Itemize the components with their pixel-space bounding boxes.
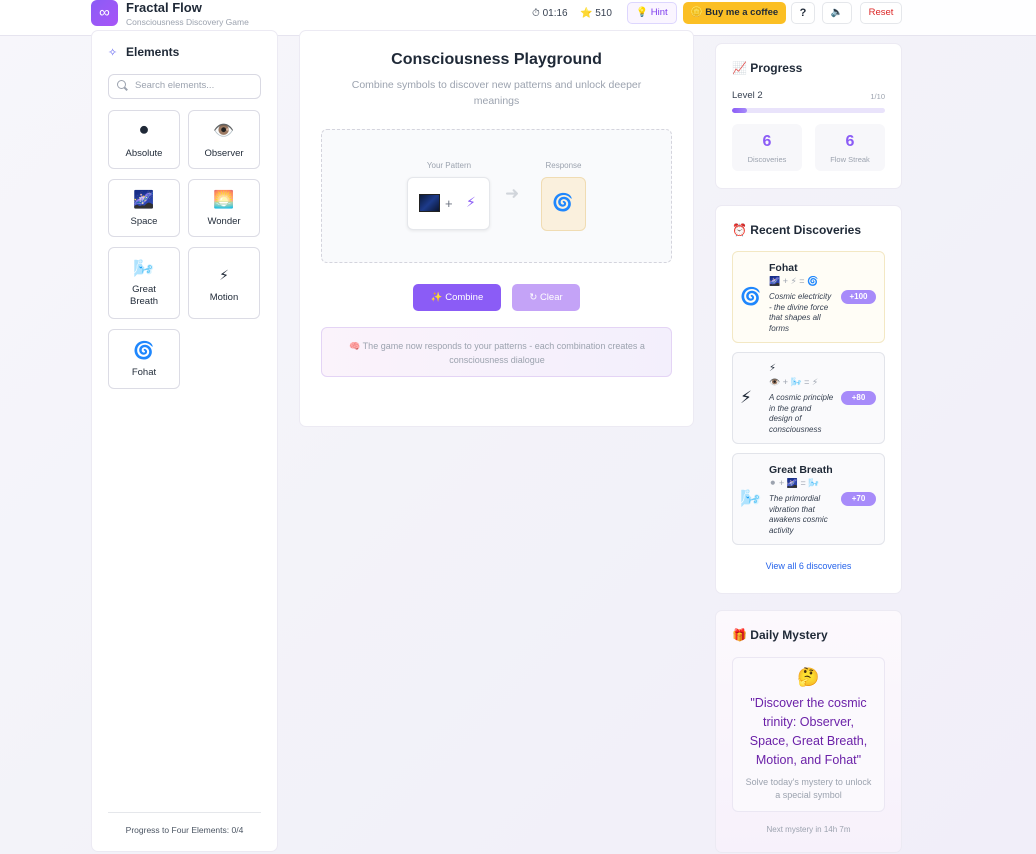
info-text: 🧠 The game now responds to your patterns… bbox=[349, 341, 645, 365]
points-badge: +70 bbox=[841, 492, 876, 506]
discoveries-label: Discoveries bbox=[747, 155, 787, 164]
search-box[interactable] bbox=[108, 74, 261, 99]
playground-subtitle: Combine symbols to discover new patterns… bbox=[351, 79, 642, 107]
discovery-description: Cosmic electricity - the divine force th… bbox=[769, 292, 832, 333]
arrow-right-icon: ➜ bbox=[505, 184, 520, 203]
element-motion[interactable]: ⚡ Motion bbox=[188, 247, 260, 319]
flow-streak-count: 6 bbox=[845, 133, 855, 150]
thinking-face-icon: 🤔 bbox=[797, 667, 820, 687]
lightning-icon[interactable]: ⚡ bbox=[466, 194, 476, 211]
element-space[interactable]: 🌌 Space bbox=[108, 179, 180, 237]
galaxy-icon: 🌌 bbox=[133, 190, 155, 209]
elements-title: Elements bbox=[126, 45, 180, 59]
flow-streak-stat: 6 Flow Streak bbox=[815, 124, 885, 171]
element-label: Absolute bbox=[125, 148, 163, 159]
element-label: Wonder bbox=[207, 216, 241, 227]
spiral-icon: 🌀 bbox=[133, 341, 155, 360]
eye-icon: 👁️ bbox=[213, 121, 235, 140]
level-count: 1/10 bbox=[870, 92, 885, 101]
sidebar-divider bbox=[108, 812, 261, 813]
element-label: Observer bbox=[204, 148, 244, 159]
spiral-icon: 🌀 bbox=[740, 287, 762, 306]
spiral-icon: 🌀 bbox=[552, 193, 574, 212]
discovery-recipe: ⚫ + 🌌 = 🌬️ bbox=[769, 478, 820, 488]
score-display: ⭐ 510 bbox=[580, 8, 612, 19]
reset-button[interactable]: Reset bbox=[860, 2, 902, 24]
discovery-description: The primordial vibration that awakens co… bbox=[769, 494, 828, 535]
element-label: Fohat bbox=[131, 367, 157, 378]
combine-button[interactable]: ✨ Combine bbox=[413, 284, 501, 311]
flow-streak-label: Flow Streak bbox=[830, 155, 870, 164]
level-label: Level 2 bbox=[732, 90, 763, 101]
element-wonder[interactable]: 🌅 Wonder bbox=[188, 179, 260, 237]
element-observer[interactable]: 👁️ Observer bbox=[188, 110, 260, 169]
discovery-description: A cosmic principle in the grand design o… bbox=[769, 393, 834, 434]
clear-button[interactable]: ↻ Clear bbox=[512, 284, 580, 311]
view-all-discoveries-link[interactable]: View all 6 discoveries bbox=[732, 561, 885, 571]
hint-button[interactable]: 💡 Hint bbox=[627, 2, 677, 24]
mystery-quote: "Discover the cosmic trinity: Observer, … bbox=[749, 696, 868, 767]
plus-icon: + bbox=[445, 196, 453, 211]
points-badge: +80 bbox=[841, 391, 876, 405]
playground-title: Consciousness Playground bbox=[391, 51, 602, 68]
black-circle-icon: ⚫ bbox=[136, 121, 152, 140]
recent-discoveries-title: ⏰ Recent Discoveries bbox=[732, 223, 861, 237]
discoveries-stat: 6 Discoveries bbox=[732, 124, 802, 171]
timer-display: ⏱ 01:16 bbox=[532, 8, 568, 19]
element-label: Motion bbox=[209, 292, 239, 303]
infinity-logo-icon: ∞ bbox=[91, 0, 118, 26]
element-label: Space bbox=[130, 216, 158, 227]
discovery-name: Great Breath bbox=[769, 464, 833, 476]
lightning-icon: ⚡ bbox=[219, 267, 229, 283]
pattern-drop-zone[interactable] bbox=[321, 129, 672, 263]
response-label: Response bbox=[545, 161, 582, 170]
discoveries-count: 6 bbox=[762, 133, 772, 150]
wind-icon: 🌬️ bbox=[133, 259, 155, 278]
space-galaxy-icon[interactable] bbox=[419, 194, 440, 212]
your-pattern-label: Your Pattern bbox=[426, 161, 472, 170]
search-input[interactable] bbox=[135, 80, 255, 91]
sound-toggle-button[interactable]: 🔈 bbox=[822, 2, 852, 24]
help-button[interactable]: ? bbox=[791, 2, 815, 24]
discovery-recipe: 👁️ + 🌬️ = ⚡ bbox=[769, 377, 819, 387]
sunrise-icon: 🌅 bbox=[213, 190, 235, 209]
daily-mystery-title: 🎁 Daily Mystery bbox=[732, 628, 828, 642]
points-badge: +100 bbox=[841, 290, 876, 304]
progress-title: 📈 Progress bbox=[732, 61, 803, 75]
sparkle-icon: ✧ bbox=[108, 47, 118, 59]
mystery-hint: Solve today's mystery to unlock a specia… bbox=[745, 777, 872, 800]
app-title: Fractal Flow bbox=[126, 0, 202, 15]
next-mystery-timer: Next mystery in 14h 7m bbox=[766, 825, 851, 834]
level-progress-bar bbox=[732, 108, 885, 113]
element-absolute[interactable]: ⚫ Absolute bbox=[108, 110, 180, 169]
discovery-name: Fohat bbox=[769, 262, 798, 274]
level-progress-fill bbox=[732, 108, 748, 113]
element-fohat[interactable]: 🌀 Fohat bbox=[108, 329, 180, 389]
discovery-name: ⚡ bbox=[769, 363, 777, 374]
four-elements-progress: Progress to Four Elements: 0/4 bbox=[125, 825, 244, 835]
element-great-breath[interactable]: 🌬️ Great Breath bbox=[108, 247, 180, 319]
lightning-icon: ⚡ bbox=[740, 388, 752, 407]
discovery-recipe: 🌌 + ⚡ = 🌀 bbox=[769, 276, 819, 286]
wind-icon: 🌬️ bbox=[740, 489, 762, 508]
buy-coffee-button[interactable]: 🪙 Buy me a coffee bbox=[683, 2, 786, 24]
app-subtitle: Consciousness Discovery Game bbox=[126, 17, 249, 27]
element-label: Great Breath bbox=[130, 284, 158, 307]
